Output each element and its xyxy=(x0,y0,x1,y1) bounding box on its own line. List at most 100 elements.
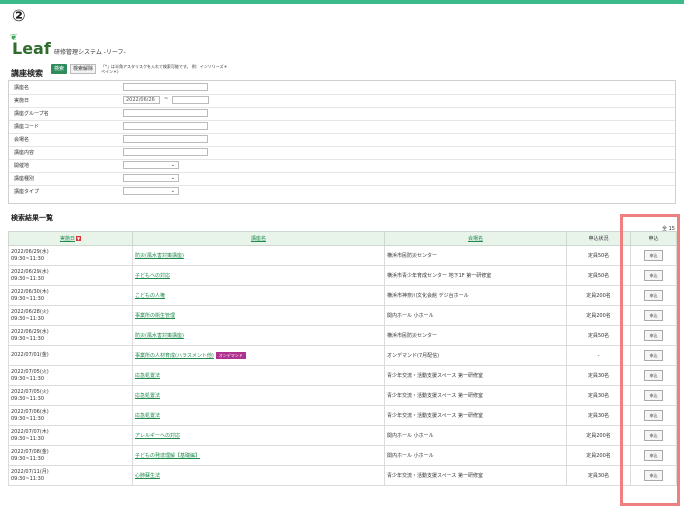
results-table: 実施日 ▼ 講座名 会場名 申込状況 申込 2022/06/29(水) 09:30~… xyxy=(8,231,677,486)
course-cell: 子どもの発達理解【基礎編】 xyxy=(132,445,385,466)
date-text: 2022/07/07(木) xyxy=(11,428,49,435)
date-cell: 2022/07/01(金) xyxy=(8,345,133,366)
chevron-down-icon: ⌄ xyxy=(170,175,175,181)
time-text: 09:30~11:30 xyxy=(11,395,45,402)
time-text: 09:30~11:30 xyxy=(11,315,45,322)
leaf-icon: ❦ xyxy=(10,33,18,43)
date-cell: 2022/07/05(火) 09:30~11:30 xyxy=(8,385,133,406)
sort-venue-link[interactable]: 会場名 xyxy=(468,236,483,242)
header-venue[interactable]: 会場名 xyxy=(384,231,567,246)
sort-icon[interactable]: ▼ xyxy=(76,236,81,241)
table-row: 2022/07/11(月) 09:30~11:30 心肺蘇生法 青少年交流・活動支援ス… xyxy=(8,465,677,486)
header-date[interactable]: 実施日 ▼ xyxy=(8,231,133,246)
sort-course-link[interactable]: 講座名 xyxy=(251,236,266,242)
course-link[interactable]: 心肺蘇生法 xyxy=(135,473,160,479)
date-cell: 2022/07/08(金) 09:30~11:30 xyxy=(8,445,133,466)
venue-cell: 青少年交流・活動支援スペース 第一研修室 xyxy=(384,465,567,486)
field-row-location: 開催地 ⌄ xyxy=(9,159,675,173)
venue-cell: 青少年交流・活動支援スペース 第一研修室 xyxy=(384,365,567,386)
table-row: 2022/06/29(水) 09:30~11:30 子どもへの対応 横浜市青少年育成セ… xyxy=(8,265,677,286)
date-text: 2022/07/06(水) xyxy=(11,408,49,415)
course-link[interactable]: 防災(風水害対策講座) xyxy=(135,333,184,339)
course-link[interactable]: 子どもへの対応 xyxy=(135,273,170,279)
logo-text: Leaf xyxy=(12,39,51,58)
venue-cell: 横浜市神奈川文化会館 デジ台ホール xyxy=(384,285,567,306)
category-select[interactable]: ⌄ xyxy=(123,174,179,182)
course-link[interactable]: 子どもの発達理解【基礎編】 xyxy=(135,453,200,459)
date-to-input[interactable] xyxy=(172,96,209,104)
field-label: 開催地 xyxy=(14,163,30,169)
field-label: 講座内容 xyxy=(14,150,35,156)
venue-input[interactable] xyxy=(123,135,208,143)
course-group-input[interactable] xyxy=(123,109,208,117)
date-text: 2022/07/08(金) xyxy=(11,448,49,455)
date-cell: 2022/06/29(水) 09:30~11:30 xyxy=(8,265,133,286)
course-link[interactable]: 事業所の衛生管理 xyxy=(135,313,175,319)
table-row: 2022/07/08(金) 09:30~11:30 子どもの発達理解【基礎編】 関内ホ… xyxy=(8,445,677,466)
course-cell: 防災(風水害対策講座) xyxy=(132,245,385,266)
apply-column-highlight xyxy=(620,214,680,506)
field-label: 講座種別 xyxy=(14,176,35,182)
app-logo[interactable]: ❦ Leaf xyxy=(10,33,51,58)
venue-cell: 横浜市民防災センター xyxy=(384,245,567,266)
chevron-down-icon: ⌄ xyxy=(170,162,175,168)
venue-cell: 横浜市民防災センター xyxy=(384,325,567,346)
table-row: 2022/06/29(水) 09:30~11:30 防災(風水害対策講座) 横浜市民防… xyxy=(8,325,677,346)
date-text: 2022/07/05(火) xyxy=(11,368,49,375)
field-label: 実施日 xyxy=(14,98,30,104)
venue-cell: 関内ホール 小ホール xyxy=(384,445,567,466)
time-text: 09:30~11:30 xyxy=(11,335,45,342)
sort-date-link[interactable]: 実施日 xyxy=(60,236,75,242)
results-title: 検索結果一覧 xyxy=(11,214,53,222)
location-select[interactable]: ⌄ xyxy=(123,161,179,169)
date-from-input[interactable]: 2022/06/26 xyxy=(123,96,160,104)
date-cell: 2022/07/11(月) 09:30~11:30 xyxy=(8,465,133,486)
search-button[interactable]: 検索 xyxy=(51,64,67,74)
course-link[interactable]: 応急処置法 xyxy=(135,413,160,419)
header-course[interactable]: 講座名 xyxy=(132,231,385,246)
date-text: 2022/07/11(月) xyxy=(11,468,49,475)
field-row-course-name: 講座名 xyxy=(9,81,675,95)
course-link[interactable]: こどもの人権 xyxy=(135,293,165,299)
venue-cell: 青少年交流・活動支援スペース 第一研修室 xyxy=(384,385,567,406)
field-row-code: 講座コード xyxy=(9,120,675,134)
date-text: 2022/06/28(火) xyxy=(11,308,49,315)
course-code-input[interactable] xyxy=(123,122,208,130)
course-link[interactable]: 防災(風水害対策講座) xyxy=(135,253,184,259)
search-hint: 「*」は半角アスタリスクを入れて検索可能です。 例：インソリーズ＊ペイン＊) xyxy=(101,64,228,74)
course-cell: 子どもへの対応 xyxy=(132,265,385,286)
course-link[interactable]: 応急処置法 xyxy=(135,393,160,399)
course-cell: 応急処置法 xyxy=(132,405,385,426)
time-text: 09:30~11:30 xyxy=(11,295,45,302)
course-cell: こどもの人権 xyxy=(132,285,385,306)
table-header-row: 実施日 ▼ 講座名 会場名 申込状況 申込 xyxy=(8,231,677,246)
date-cell: 2022/07/06(水) 09:30~11:30 xyxy=(8,405,133,426)
table-row: 2022/07/05(火) 09:30~11:30 応急処置法 青少年交流・活動支援ス… xyxy=(8,385,677,406)
venue-cell: 関内ホール 小ホール xyxy=(384,425,567,446)
course-content-input[interactable] xyxy=(123,148,208,156)
course-link[interactable]: 応急処置法 xyxy=(135,373,160,379)
course-link[interactable]: 事業所の人材育成(ハラスメント他) xyxy=(135,353,214,359)
venue-cell: オンデマンド(7月配信) xyxy=(384,345,567,366)
type-select[interactable]: ⌄ xyxy=(123,187,179,195)
table-row: 2022/07/05(火) 09:30~11:30 応急処置法 青少年交流・活動支援ス… xyxy=(8,365,677,386)
field-row-date: 実施日 2022/06/26 ~ xyxy=(9,94,675,108)
date-text: 2022/06/29(水) xyxy=(11,328,49,335)
field-label: 講座コード xyxy=(14,124,40,130)
table-row: 2022/07/06(水) 09:30~11:30 応急処置法 青少年交流・活動支援ス… xyxy=(8,405,677,426)
course-cell: 事業所の衛生管理 xyxy=(132,305,385,326)
course-name-input[interactable] xyxy=(123,83,208,91)
ondemand-badge: オンデマンド xyxy=(215,352,246,359)
course-cell: 心肺蘇生法 xyxy=(132,465,385,486)
course-link[interactable]: アレルギーへの対応 xyxy=(135,433,180,439)
search-section-title: 講座検索 xyxy=(11,69,43,78)
date-cell: 2022/06/28(火) 09:30~11:30 xyxy=(8,305,133,326)
venue-cell: 横浜市青少年育成センター 地下1F 第一研修室 xyxy=(384,265,567,286)
clear-search-button[interactable]: 検索解除 xyxy=(70,64,96,74)
step-marker: ② xyxy=(12,6,26,25)
time-text: 09:30~11:30 xyxy=(11,415,45,422)
date-text: 2022/06/29(水) xyxy=(11,268,49,275)
course-cell: 応急処置法 xyxy=(132,385,385,406)
table-row: 2022/06/29(水) 09:30~11:30 防災(風水害対策講座) 横浜市民防… xyxy=(8,245,677,266)
date-text: 2022/07/05(火) xyxy=(11,388,49,395)
